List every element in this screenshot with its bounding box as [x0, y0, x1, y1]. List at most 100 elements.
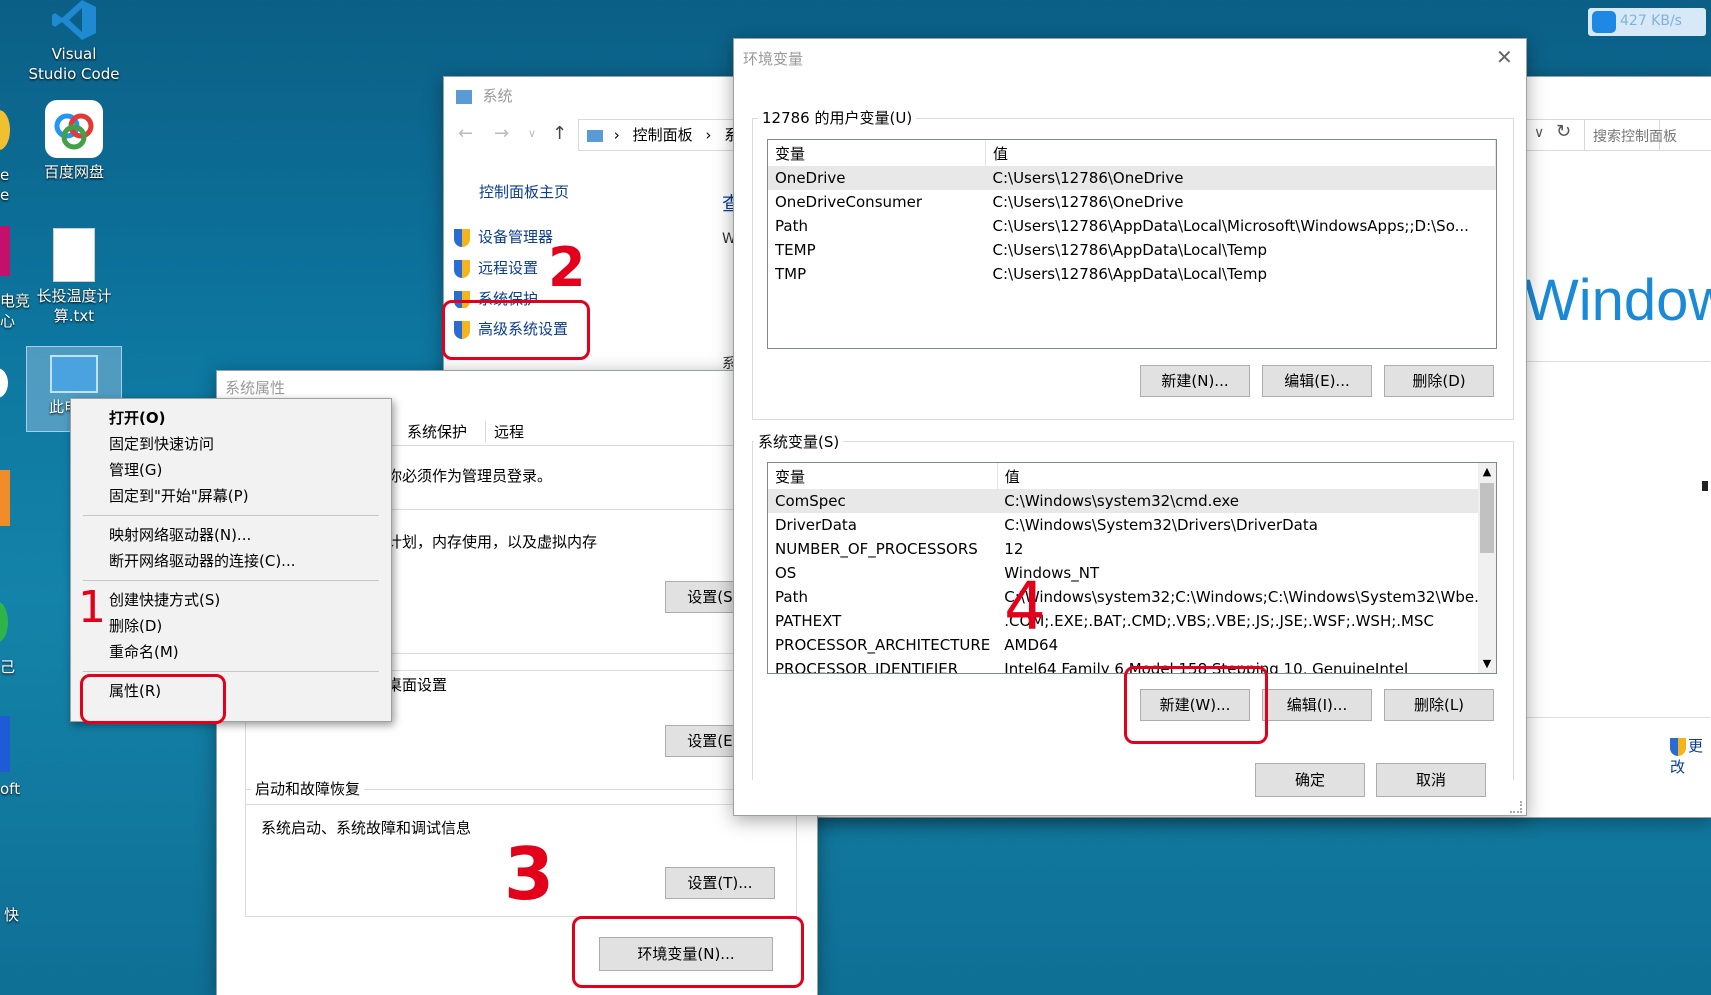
table-row[interactable]: OneDrive C:\Users\12786\OneDrive [768, 166, 1496, 190]
edge-text: 心 [0, 312, 16, 330]
table-row[interactable]: OS Windows_NT [768, 561, 1495, 585]
column-header-value[interactable]: 值 [985, 140, 1496, 166]
desktop-icon-baidu[interactable]: 百度网盘 [28, 100, 120, 182]
variable-value-cell: C:\Users\12786\AppData\Local\Microsoft\W… [992, 217, 1469, 235]
context-menu-item[interactable]: 重命名(M) [71, 639, 391, 665]
context-menu-item[interactable]: 管理(G) [71, 457, 391, 483]
highlight-advanced-settings [442, 300, 590, 360]
vscode-icon [52, 0, 96, 40]
context-menu-item[interactable]: 断开网络驱动器的连接(C)... [71, 548, 391, 574]
window-titlebar: 系统 [456, 85, 512, 106]
context-menu-item[interactable]: 固定到快速访问 [71, 431, 391, 457]
cancel-button[interactable]: 取消 [1376, 763, 1486, 797]
variable-value-cell: C:\Users\12786\OneDrive [992, 193, 1184, 211]
column-header-variable[interactable]: 变量 [768, 463, 998, 489]
scroll-thumb[interactable] [1480, 483, 1494, 553]
system-delete-button[interactable]: 删除(L) [1384, 689, 1494, 721]
context-menu-item[interactable]: 映射网络驱动器(N)... [71, 522, 391, 548]
variable-value-cell: C:\Windows\system32;C:\Windows;C:\Window… [1004, 588, 1489, 606]
control-panel-home-link[interactable]: 控制面板主页 [479, 181, 569, 202]
change-settings-link[interactable]: 更改 [1670, 735, 1711, 777]
table-row[interactable]: Path C:\Users\12786\AppData\Local\Microso… [768, 214, 1496, 238]
startup-recovery-label: 启动和故障恢复 [251, 778, 365, 799]
tray-speed-widget[interactable]: 427 KB/s [1588, 8, 1706, 36]
tab-remote[interactable]: 远程 [485, 421, 524, 442]
system-variables-table: 变量 值 ComSpec C:\Windows\system32\cmd.exe D… [768, 463, 1496, 673]
admin-note: 你必须作为管理员登录。 [387, 467, 553, 485]
user-variables-list[interactable]: 变量 值 OneDrive C:\Users\12786\OneDrive OneD… [767, 139, 1497, 349]
table-row[interactable]: Path C:\Windows\system32;C:\Windows;C:\Wi… [768, 585, 1495, 609]
address-dropdown-icon[interactable]: ∨ [1534, 125, 1544, 141]
startup-settings-button[interactable]: 设置(T)... [665, 867, 775, 899]
desktop-icon-txt[interactable]: 长投温度计 算.txt [28, 228, 120, 326]
cursor-icon [1702, 481, 1708, 491]
variable-name-cell: TMP [775, 265, 807, 283]
nav-dropdown-icon[interactable]: ∨ [528, 127, 536, 140]
table-row[interactable]: DriverData C:\Windows\System32\Drivers\Dr… [768, 513, 1495, 537]
system-edit-button[interactable]: 编辑(I)... [1262, 689, 1372, 721]
variable-value-cell: C:\Users\12786\AppData\Local\Temp [992, 265, 1268, 283]
nav-back-icon[interactable]: ← [458, 123, 473, 144]
variable-value-cell: 12 [1004, 540, 1024, 558]
nav-up-icon[interactable]: ↑ [552, 123, 567, 144]
context-menu-item[interactable]: 创建快捷方式(S) [71, 587, 391, 613]
column-header-value[interactable]: 值 [997, 463, 1496, 489]
edge-text: e [0, 186, 10, 204]
user-delete-button[interactable]: 删除(D) [1384, 365, 1494, 397]
edge-text: 电竞 [0, 292, 31, 310]
tab-system-protection[interactable]: 系统保护 [407, 421, 467, 442]
vertical-scrollbar[interactable]: ▲ ▼ [1478, 463, 1496, 673]
close-icon[interactable]: ✕ [1496, 45, 1513, 69]
breadcrumb-sep-icon: › [705, 126, 712, 144]
table-row[interactable]: TEMP C:\Users\12786\AppData\Local\Temp [768, 238, 1496, 262]
variable-value-cell: Windows_NT [1004, 564, 1100, 582]
variable-value-cell: C:\Users\12786\AppData\Local\Temp [992, 241, 1268, 259]
scroll-up-icon[interactable]: ▲ [1478, 463, 1496, 481]
variable-value-cell: C:\Windows\system32\cmd.exe [1004, 492, 1240, 510]
table-row[interactable]: OneDriveConsumer C:\Users\12786\OneDrive [768, 190, 1496, 214]
table-row[interactable]: PROCESSOR_ARCHITECTURE AMD64 [768, 633, 1495, 657]
breadcrumb-item[interactable]: 控制面板 [633, 126, 693, 144]
table-row[interactable]: NUMBER_OF_PROCESSORS 12 [768, 537, 1495, 561]
search-control-panel[interactable]: 搜索控制面板 [1584, 119, 1711, 151]
system-variables-list[interactable]: 变量 值 ComSpec C:\Windows\system32\cmd.exe D… [767, 462, 1497, 674]
edge-text: oft [0, 780, 21, 798]
edge-app-6 [0, 716, 10, 772]
nav-forward-icon[interactable]: → [494, 123, 509, 144]
performance-text: 计划，内存使用，以及虚拟内存 [387, 533, 598, 551]
annotation-step-4: 4 [1004, 568, 1046, 645]
table-row[interactable]: ComSpec C:\Windows\system32\cmd.exe [768, 489, 1496, 513]
column-header-variable[interactable]: 变量 [768, 140, 986, 166]
table-row[interactable]: PATHEXT .COM;.EXE;.BAT;.CMD;.VBS;.VBE;.JS… [768, 609, 1495, 633]
icon-label: 长投温度计 [36, 287, 112, 305]
computer-icon [50, 355, 98, 393]
ok-button[interactable]: 确定 [1255, 763, 1365, 797]
table-row[interactable]: TMP C:\Users\12786\AppData\Local\Temp [768, 262, 1496, 286]
user-new-button[interactable]: 新建(N)... [1140, 365, 1250, 397]
icon-label: Visual [51, 45, 97, 63]
user-edit-button[interactable]: 编辑(E)... [1262, 365, 1372, 397]
edge-text: 快 [4, 906, 20, 924]
highlight-system-new [1124, 666, 1268, 744]
menu-separator [83, 580, 379, 581]
edge-app-2 [0, 226, 10, 276]
baidu-cloud-icon [1592, 11, 1616, 33]
scroll-down-icon[interactable]: ▼ [1478, 655, 1496, 673]
variable-name-cell: Path [775, 588, 808, 606]
resize-grip-icon[interactable] [1510, 801, 1522, 813]
user-variables-table: 变量 值 OneDrive C:\Users\12786\OneDrive OneD… [768, 140, 1496, 286]
context-menu-item[interactable]: 固定到"开始"屏幕(P) [71, 483, 391, 509]
uac-shield-icon [1670, 738, 1686, 756]
dialog-title: 系统属性 [225, 379, 286, 397]
icon-label: 算.txt [53, 307, 95, 325]
context-menu-item[interactable]: 删除(D) [71, 613, 391, 639]
variable-name-cell: PROCESSOR_ARCHITECTURE [775, 636, 991, 654]
edge-app-4 [0, 470, 10, 526]
link-label: 远程设置 [478, 259, 539, 277]
desktop-icon-vscode[interactable]: Visual Studio Code [28, 0, 120, 84]
refresh-icon[interactable]: ↻ [1556, 121, 1571, 142]
edge-text: 己 [0, 658, 16, 676]
uac-shield-icon [454, 229, 470, 247]
context-menu-item[interactable]: 打开(O) [71, 405, 391, 431]
annotation-step-2: 2 [548, 236, 586, 299]
